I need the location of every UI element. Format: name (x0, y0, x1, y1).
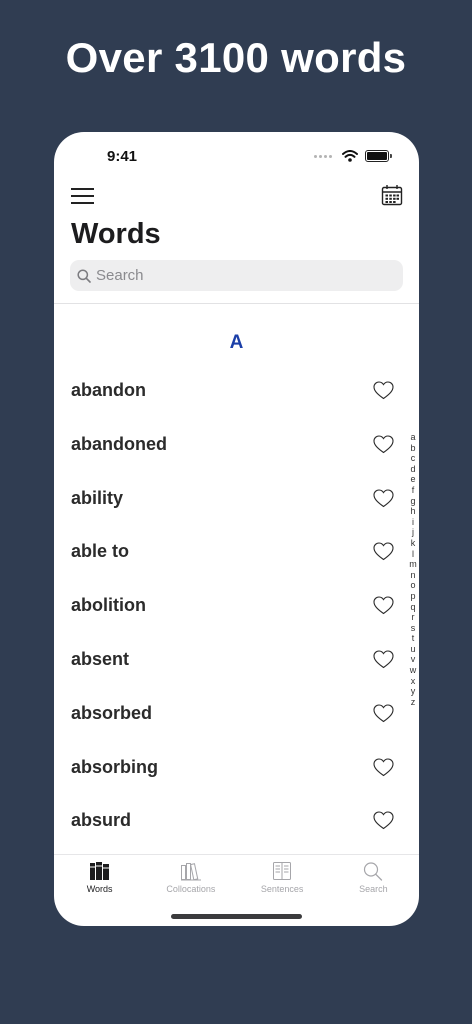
headline: Over 3100 words (65, 34, 407, 81)
index-letter[interactable]: w (410, 665, 417, 676)
heart-icon[interactable] (373, 811, 394, 835)
heart-icon[interactable] (373, 704, 394, 728)
list-item[interactable]: abandon (54, 365, 419, 419)
section-header: A (229, 332, 244, 353)
word-label: able to (71, 541, 130, 562)
list-item[interactable]: abolition (54, 580, 419, 634)
search-icon (364, 862, 383, 881)
index-letter[interactable]: c (411, 453, 416, 464)
index-letter[interactable]: v (411, 654, 416, 665)
index-letter[interactable]: h (410, 506, 415, 517)
index-letter[interactable]: a (410, 432, 415, 443)
index-letter[interactable]: e (410, 474, 415, 485)
tab-words[interactable]: Words (54, 855, 145, 905)
word-label: abandoned (71, 433, 168, 454)
index-letter[interactable]: f (412, 485, 415, 496)
book-open-icon (273, 862, 292, 880)
tab-search[interactable]: Search (328, 855, 419, 905)
index-letter[interactable]: r (412, 612, 415, 623)
list-item[interactable]: able to (54, 526, 419, 580)
word-label: absorbed (71, 702, 153, 723)
heart-icon[interactable] (373, 758, 394, 782)
heart-icon[interactable] (373, 542, 394, 566)
index-letter[interactable]: n (410, 570, 415, 581)
tab-label: Search (359, 884, 388, 894)
index-letter[interactable]: d (410, 464, 415, 475)
index-letter[interactable]: u (410, 644, 415, 655)
list-item[interactable]: abandoned (54, 419, 419, 473)
index-letter[interactable]: p (410, 591, 415, 602)
word-label: abolition (71, 595, 146, 616)
word-list: abandon abandoned ability able to abolition a… (54, 365, 419, 849)
tab-label: Collocations (166, 884, 216, 894)
tab-bar: Words Collocations Sentences Search (54, 854, 419, 905)
search-input[interactable] (96, 267, 376, 284)
index-letter[interactable]: s (411, 623, 416, 634)
index-letter[interactable]: l (412, 549, 414, 560)
alphabet-index[interactable]: abcdefghijklmnopqrstuvwxyz (408, 432, 418, 707)
books-icon (89, 862, 109, 880)
index-letter[interactable]: b (410, 443, 415, 454)
index-letter[interactable]: m (409, 559, 417, 570)
index-letter[interactable]: o (410, 580, 415, 591)
heart-icon[interactable] (373, 381, 394, 405)
search-icon (77, 268, 91, 283)
tab-label: Sentences (260, 884, 304, 894)
word-label: absent (71, 648, 130, 669)
page-title: Words (71, 218, 161, 250)
word-label: ability (71, 487, 124, 508)
tab-collocations[interactable]: Collocations (145, 855, 236, 905)
word-label: abandon (71, 380, 146, 400)
index-letter[interactable]: i (412, 517, 414, 528)
library-icon (180, 863, 201, 881)
status-icons (314, 150, 392, 162)
tab-label: Words (86, 884, 113, 894)
heart-icon[interactable] (373, 596, 394, 620)
index-letter[interactable]: j (412, 527, 414, 538)
index-letter[interactable]: y (411, 686, 416, 697)
status-time: 9:41 (107, 148, 138, 165)
index-letter[interactable]: x (411, 676, 416, 687)
word-label: absorbing (71, 756, 159, 777)
list-item[interactable]: absurd (54, 795, 419, 849)
list-item[interactable]: absent (54, 634, 419, 688)
heart-icon[interactable] (373, 435, 394, 459)
search-bar[interactable] (70, 260, 403, 291)
list-item[interactable]: absorbing (54, 742, 419, 796)
home-indicator (171, 914, 302, 919)
wifi-icon (342, 150, 358, 162)
heart-icon[interactable] (373, 650, 394, 674)
list-item[interactable]: ability (54, 473, 419, 527)
battery-icon (365, 150, 392, 162)
signal-icon (314, 154, 332, 158)
index-letter[interactable]: g (410, 496, 415, 507)
index-letter[interactable]: k (411, 538, 416, 549)
index-letter[interactable]: q (410, 602, 415, 613)
list-item[interactable]: absorbed (54, 688, 419, 742)
phone-screen: 9:41 Words Search A abandon abandoned ab… (54, 132, 419, 926)
index-letter[interactable]: z (411, 697, 416, 708)
tab-sentences[interactable]: Sentences (237, 855, 328, 905)
word-label: absurd (71, 810, 132, 831)
divider (54, 303, 419, 304)
calendar-icon[interactable] (381, 184, 403, 211)
heart-icon[interactable] (373, 489, 394, 513)
menu-icon[interactable] (71, 188, 94, 204)
index-letter[interactable]: t (412, 633, 415, 644)
